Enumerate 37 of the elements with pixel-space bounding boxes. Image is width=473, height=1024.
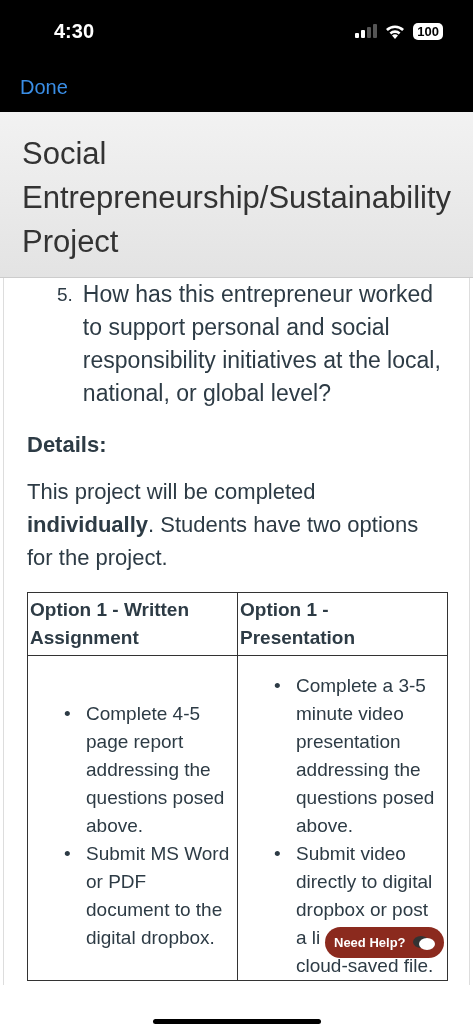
chat-icon <box>411 933 436 952</box>
bullet-text-line: Complete a 3-5 <box>296 674 426 698</box>
bullet-text-line: above. <box>86 814 144 838</box>
bullet-text-line: above. <box>296 814 354 838</box>
bullet-marker: • <box>274 674 282 698</box>
paragraph: This project will be completed individually. Students have two options for the project. <box>27 478 420 572</box>
bullet-text-line: directly to digital <box>296 870 433 894</box>
need-help-button[interactable]: Need Help? <box>325 927 444 958</box>
bullet-marker: • <box>274 842 282 866</box>
bullet-text-line: page report <box>86 730 184 754</box>
battery-level: 100 <box>413 22 443 40</box>
done-button[interactable]: Done <box>20 75 68 99</box>
table-header-cell: Option 1 - Presentation <box>237 592 448 656</box>
bullet-text-line: presentation <box>296 730 401 754</box>
bullet-text-line: questions posed <box>296 786 435 810</box>
bullet-text-line: digital dropbox. <box>86 926 215 950</box>
list-item-text: How has this entrepreneur worked to support personal and social responsibility initiatives at the local, national, or global level? <box>82 280 442 408</box>
bullet-text-line: Submit video <box>296 842 406 866</box>
bullet-text-line: addressing the <box>296 758 421 782</box>
bullet-text-line: Submit MS Word <box>86 842 230 866</box>
bullet-text-line: Complete 4-5 <box>86 702 201 726</box>
details-heading: Details: <box>27 431 108 459</box>
bullet-text-line: a li <box>296 926 321 950</box>
bullet-text-line: dropbox or post <box>296 898 429 922</box>
wifi-icon <box>385 23 406 39</box>
bullet-text-line: questions posed <box>86 786 225 810</box>
bullet-marker: • <box>64 702 72 726</box>
bullet-text-line: addressing the <box>86 758 211 782</box>
status-time: 4:30 <box>54 19 95 43</box>
bullet-text-line: minute video <box>296 702 404 726</box>
bullet-marker: • <box>64 842 72 866</box>
bullet-text-line: document to the <box>86 898 223 922</box>
table-header-cell: Option 1 - Written Assignment <box>27 592 238 656</box>
bullet-text-line: or PDF <box>86 870 147 894</box>
signal-icon <box>355 24 378 38</box>
list-number: 5. <box>57 283 73 307</box>
page-title: Social Entrepreneurship/Sustainability Project <box>22 135 453 261</box>
